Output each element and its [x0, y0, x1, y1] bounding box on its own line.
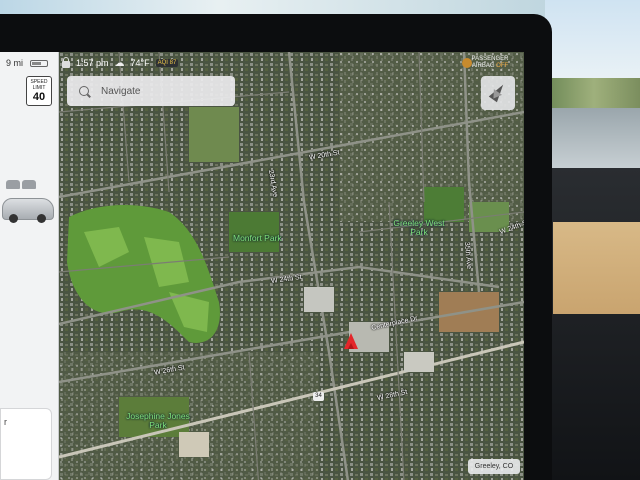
- park-label-monfort: Monfort Park: [233, 233, 282, 243]
- cloud-icon: ☁: [114, 57, 125, 69]
- road: [548, 108, 640, 168]
- airbag-state: OFF: [496, 63, 509, 69]
- search-icon: [79, 86, 89, 96]
- speed-limit-value: 40: [32, 91, 46, 103]
- screen-bezel: 9 mi SPEED LIMIT 40 r Monfort Park Greel…: [0, 14, 552, 480]
- media-card[interactable]: r: [0, 408, 52, 480]
- lock-icon[interactable]: [62, 57, 70, 68]
- park-label-josephine-jones: Josephine Jones Park: [126, 411, 190, 430]
- range-text: 9 mi: [6, 58, 24, 68]
- clock: 1:57 pm: [76, 58, 109, 68]
- touchscreen: 9 mi SPEED LIMIT 40 r Monfort Park Greel…: [0, 52, 524, 480]
- vehicle-icon: [22, 180, 36, 189]
- media-card-text: r: [4, 417, 7, 427]
- navigation-arrow-icon: [344, 333, 358, 349]
- trees: [548, 78, 640, 108]
- navigate-placeholder: Navigate: [101, 85, 141, 97]
- temperature: 74°F: [130, 58, 150, 68]
- car-status-panel: 9 mi SPEED LIMIT 40 r: [0, 52, 59, 480]
- highway-shield: 34: [313, 392, 324, 401]
- wood-trim: [553, 222, 640, 314]
- satellite-map[interactable]: Monfort Park Greeley West Park Josephine…: [59, 52, 524, 480]
- speed-limit-label: SPEED LIMIT: [30, 79, 48, 91]
- dashboard: [548, 168, 640, 480]
- airbag-line2: AIRBAG: [471, 63, 495, 69]
- airbag-icon: [462, 58, 472, 68]
- speed-limit-sign: SPEED LIMIT 40: [26, 76, 52, 106]
- aqi-badge: AQI 87: [155, 59, 179, 67]
- status-bar: 1:57 pm ☁ 74°F AQI 87: [62, 56, 179, 70]
- compass-icon: [488, 81, 508, 103]
- map-orientation-button[interactable]: [481, 76, 515, 110]
- park-label-greeley-west: Greeley West Park: [393, 218, 445, 237]
- navigate-search-box[interactable]: Navigate: [67, 76, 235, 106]
- vehicle-icon: [6, 180, 20, 189]
- location-badge: Greeley, CO: [468, 459, 520, 474]
- battery-icon: [30, 60, 48, 67]
- car-icon: [2, 198, 54, 223]
- nearby-vehicles: [6, 176, 52, 190]
- passenger-airbag-indicator: PASSENGER AIRBAG OFF: [460, 56, 520, 70]
